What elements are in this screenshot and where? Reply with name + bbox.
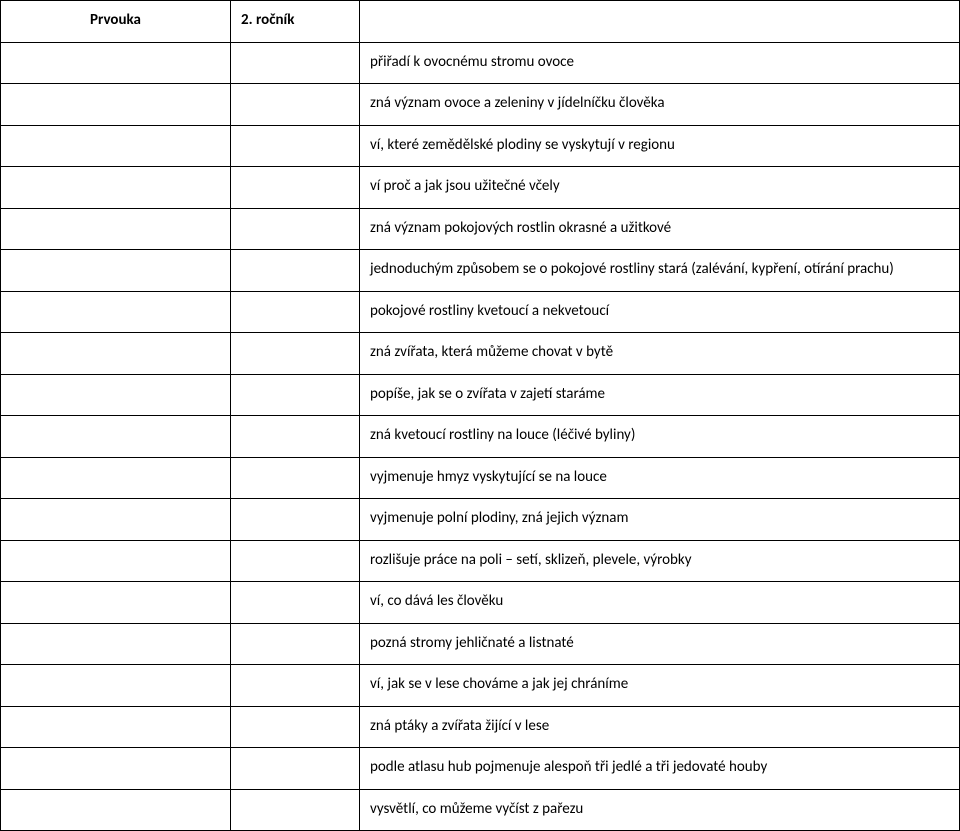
table-row: jednoduchým způsobem se o pokojové rostl… — [1, 250, 960, 292]
row-empty-col2 — [231, 457, 360, 499]
row-empty-col2 — [231, 333, 360, 375]
row-empty-col2 — [231, 540, 360, 582]
row-empty-col2 — [231, 208, 360, 250]
table-row: ví, co dává les člověku — [1, 582, 960, 624]
row-empty-col1 — [1, 416, 231, 458]
row-content: jednoduchým způsobem se o pokojové rostl… — [360, 250, 960, 292]
row-empty-col2 — [231, 42, 360, 84]
row-empty-col1 — [1, 125, 231, 167]
row-content: podle atlasu hub pojmenuje alespoň tři j… — [360, 748, 960, 790]
row-empty-col2 — [231, 706, 360, 748]
table-row: vyjmenuje polní plodiny, zná jejich význ… — [1, 499, 960, 541]
row-content: zná význam pokojových rostlin okrasné a … — [360, 208, 960, 250]
header-grade: 2. ročník — [231, 1, 360, 43]
row-content: vysvětlí, co můžeme vyčíst z pařezu — [360, 789, 960, 831]
row-empty-col1 — [1, 208, 231, 250]
curriculum-table: Prvouka2. ročníkpřiřadí k ovocnému strom… — [0, 0, 960, 831]
row-empty-col2 — [231, 250, 360, 292]
row-content: ví, které zemědělské plodiny se vyskytuj… — [360, 125, 960, 167]
table-row: vyjmenuje hmyz vyskytující se na louce — [1, 457, 960, 499]
row-empty-col1 — [1, 540, 231, 582]
row-content: zná kvetoucí rostliny na louce (léčivé b… — [360, 416, 960, 458]
row-empty-col2 — [231, 416, 360, 458]
row-empty-col2 — [231, 623, 360, 665]
row-empty-col2 — [231, 789, 360, 831]
row-empty-col2 — [231, 167, 360, 209]
row-content: ví proč a jak jsou užitečné včely — [360, 167, 960, 209]
row-content: zná zvířata, která můžeme chovat v bytě — [360, 333, 960, 375]
table-row: zná kvetoucí rostliny na louce (léčivé b… — [1, 416, 960, 458]
row-content: pokojové rostliny kvetoucí a nekvetoucí — [360, 291, 960, 333]
row-content: přiřadí k ovocnému stromu ovoce — [360, 42, 960, 84]
row-empty-col2 — [231, 582, 360, 624]
table-row: ví, které zemědělské plodiny se vyskytuj… — [1, 125, 960, 167]
table-row: rozlišuje práce na poli – setí, sklizeň,… — [1, 540, 960, 582]
row-empty-col1 — [1, 665, 231, 707]
row-empty-col1 — [1, 291, 231, 333]
row-empty-col1 — [1, 706, 231, 748]
table-header-row: Prvouka2. ročník — [1, 1, 960, 43]
row-empty-col1 — [1, 748, 231, 790]
row-content: pozná stromy jehličnaté a listnaté — [360, 623, 960, 665]
table-row: zná význam ovoce a zeleniny v jídelníčku… — [1, 84, 960, 126]
table-row: zná zvířata, která můžeme chovat v bytě — [1, 333, 960, 375]
table-row: zná význam pokojových rostlin okrasné a … — [1, 208, 960, 250]
header-empty — [360, 1, 960, 43]
table-row: pokojové rostliny kvetoucí a nekvetoucí — [1, 291, 960, 333]
row-empty-col1 — [1, 167, 231, 209]
row-empty-col2 — [231, 748, 360, 790]
row-content: rozlišuje práce na poli – setí, sklizeň,… — [360, 540, 960, 582]
row-empty-col1 — [1, 374, 231, 416]
row-empty-col1 — [1, 42, 231, 84]
table-row: vysvětlí, co můžeme vyčíst z pařezu — [1, 789, 960, 831]
table-body: Prvouka2. ročníkpřiřadí k ovocnému strom… — [1, 1, 960, 831]
row-content: vyjmenuje polní plodiny, zná jejich význ… — [360, 499, 960, 541]
table-row: přiřadí k ovocnému stromu ovoce — [1, 42, 960, 84]
table-row: pozná stromy jehličnaté a listnaté — [1, 623, 960, 665]
row-content: popíše, jak se o zvířata v zajetí starám… — [360, 374, 960, 416]
row-content: ví, co dává les člověku — [360, 582, 960, 624]
row-empty-col1 — [1, 333, 231, 375]
row-empty-col1 — [1, 499, 231, 541]
table-row: zná ptáky a zvířata žijící v lese — [1, 706, 960, 748]
row-empty-col2 — [231, 125, 360, 167]
row-empty-col2 — [231, 499, 360, 541]
table-row: popíše, jak se o zvířata v zajetí starám… — [1, 374, 960, 416]
table-row: ví proč a jak jsou užitečné včely — [1, 167, 960, 209]
table-row: podle atlasu hub pojmenuje alespoň tři j… — [1, 748, 960, 790]
row-empty-col1 — [1, 623, 231, 665]
row-empty-col2 — [231, 665, 360, 707]
header-subject: Prvouka — [1, 1, 231, 43]
row-content: vyjmenuje hmyz vyskytující se na louce — [360, 457, 960, 499]
row-empty-col2 — [231, 84, 360, 126]
row-empty-col1 — [1, 582, 231, 624]
row-empty-col1 — [1, 84, 231, 126]
row-content: zná ptáky a zvířata žijící v lese — [360, 706, 960, 748]
row-empty-col1 — [1, 789, 231, 831]
row-content: ví, jak se v lese chováme a jak jej chrá… — [360, 665, 960, 707]
table-row: ví, jak se v lese chováme a jak jej chrá… — [1, 665, 960, 707]
row-empty-col2 — [231, 374, 360, 416]
row-empty-col2 — [231, 291, 360, 333]
row-content: zná význam ovoce a zeleniny v jídelníčku… — [360, 84, 960, 126]
row-empty-col1 — [1, 457, 231, 499]
row-empty-col1 — [1, 250, 231, 292]
